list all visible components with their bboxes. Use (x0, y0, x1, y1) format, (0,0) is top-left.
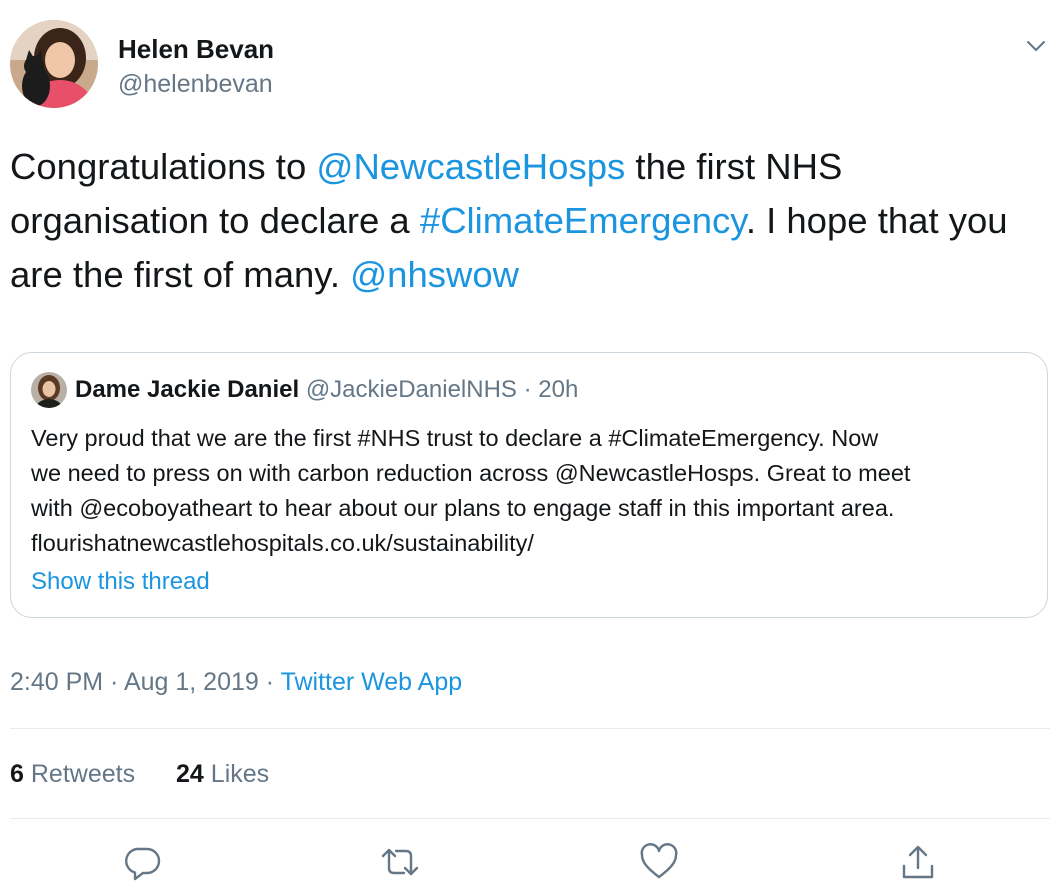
quoted-text-line: we need to press on with carbon reductio… (31, 460, 911, 486)
tweet-source-link[interactable]: Twitter Web App (281, 668, 463, 696)
mention-newcastlehosps[interactable]: @NewcastleHosps (316, 146, 625, 187)
tweet-meta: 2:40 PM · Aug 1, 2019 · Twitter Web App (10, 668, 462, 697)
retweets-label: Retweets (30, 760, 136, 788)
share-icon[interactable] (898, 842, 938, 882)
quoted-timestamp: 20h (538, 376, 579, 403)
separator: · (103, 668, 124, 696)
likes-count: 24 (176, 760, 204, 788)
retweet-icon[interactable] (380, 842, 420, 882)
quoted-text: Very proud that we are the first #NHS tr… (31, 421, 1041, 561)
tweet-stats: 6 Retweets 24 Likes (10, 760, 269, 789)
quoted-author-avatar (31, 372, 67, 408)
quoted-tweet[interactable]: Dame Jackie Daniel @JackieDanielNHS · 20… (10, 352, 1048, 618)
quoted-author-name: Dame Jackie Daniel (75, 376, 300, 403)
show-thread-link[interactable]: Show this thread (31, 568, 210, 596)
author-name[interactable]: Helen Bevan (118, 34, 274, 65)
retweets-count: 6 (10, 760, 24, 788)
divider (10, 728, 1050, 729)
heart-icon[interactable] (639, 842, 679, 882)
hashtag-climateemergency[interactable]: #ClimateEmergency (420, 200, 746, 241)
quoted-text-line: with @ecoboyatheart to hear about our pl… (31, 495, 895, 521)
quoted-text-line: Very proud that we are the first #NHS tr… (31, 425, 879, 451)
tweet-text-segment: Congratulations to (10, 146, 317, 187)
likes-label: Likes (210, 760, 270, 788)
separator: · (516, 376, 539, 403)
separator: · (258, 668, 281, 696)
retweets-stat[interactable]: 6 Retweets (10, 760, 135, 789)
tweet-time[interactable]: 2:40 PM (10, 668, 103, 696)
reply-icon[interactable] (122, 842, 162, 882)
likes-stat[interactable]: 24 Likes (176, 760, 269, 789)
chevron-down-icon[interactable] (1024, 34, 1048, 58)
tweet-date[interactable]: Aug 1, 2019 (124, 668, 259, 696)
mention-nhswow[interactable]: @nhswow (350, 254, 519, 295)
quoted-text-line: flourishatnewcastlehospitals.co.uk/susta… (31, 530, 534, 556)
tweet-text: Congratulations to @NewcastleHosps the f… (10, 140, 1040, 302)
quoted-header: Dame Jackie Daniel @JackieDanielNHS · 20… (75, 376, 578, 404)
author-avatar[interactable] (10, 20, 98, 108)
quoted-author-handle: @JackieDanielNHS (305, 376, 517, 403)
author-handle[interactable]: @helenbevan (118, 70, 273, 99)
divider (10, 818, 1050, 819)
tweet-card: Helen Bevan @helenbevan Congratulations … (0, 0, 1064, 888)
